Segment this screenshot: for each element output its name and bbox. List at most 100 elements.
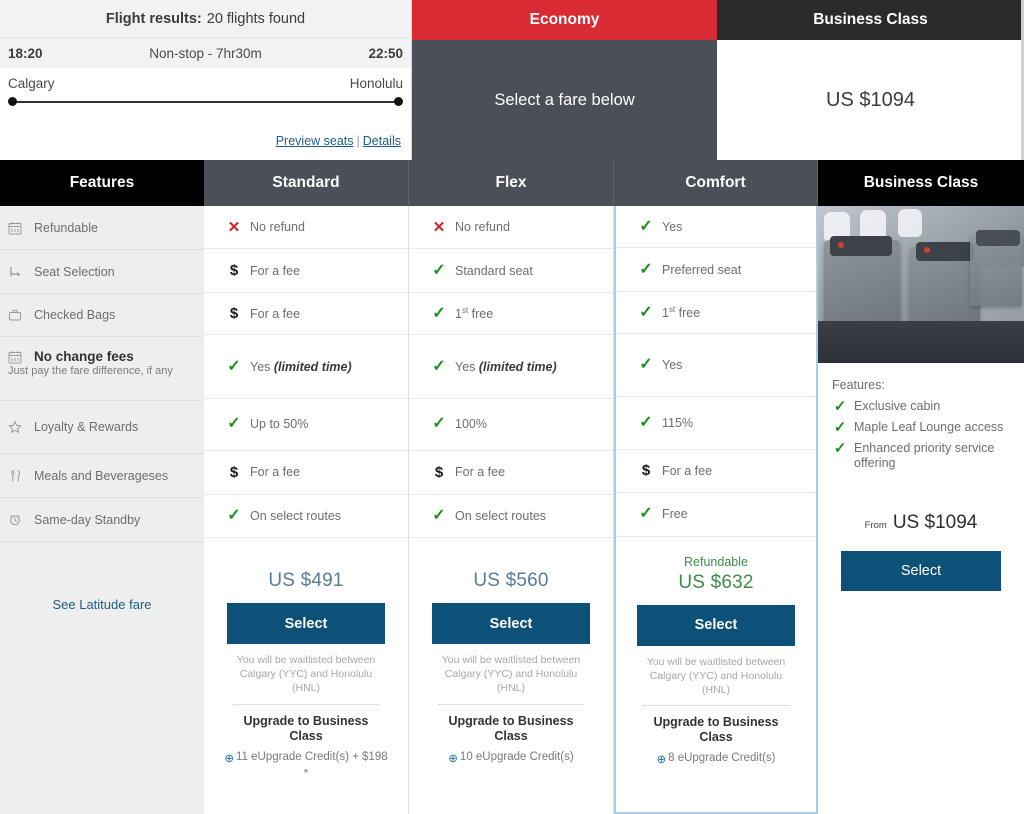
check-icon: ✓ (227, 506, 241, 524)
business-header-block: Business Class US $1094 (717, 0, 1024, 160)
select-button-comfort[interactable]: Select (637, 604, 795, 646)
cell-text-emphasis: (limited time) (478, 359, 557, 374)
business-title: Business Class (717, 0, 1024, 40)
fare-comparison-page: Flight results: 20 flights found 18:20 N… (0, 0, 1024, 814)
cell-text: 115% (662, 416, 694, 431)
upgrade-title-flex: Upgrade to Business Class (448, 713, 574, 743)
cell-flex-meals: $ For a fee (409, 451, 613, 495)
cross-icon: ✕ (432, 218, 446, 236)
economy-header-block: Economy Select a fare below (412, 0, 717, 160)
upgrade-credits-comfort: ⊕ 8 eUpgrade Credit(s) (631, 751, 801, 769)
cell-text-main: 1 (455, 307, 462, 322)
cell-text: Yes (662, 219, 683, 234)
cell-flex-standby: ✓ On select routes (409, 495, 613, 539)
depart-time: 18:20 (8, 45, 43, 61)
cell-text: Yes (limited time) (250, 360, 352, 374)
cell-text: Yes (limited time) (455, 360, 557, 374)
calendar-icon (8, 221, 34, 235)
flight-links: Preview seats | Details (276, 134, 401, 148)
check-icon: ✓ (833, 440, 847, 457)
business-cabin-photo (818, 206, 1024, 363)
latitude-fare-footer: See Latitude fare (0, 542, 204, 814)
cell-text-main: Yes (250, 359, 274, 374)
upgrade-credits-text: 10 eUpgrade Credit(s) (459, 750, 574, 763)
flight-times-row: 18:20 Non-stop - 7hr30m 22:50 (0, 38, 411, 68)
feature-label: Same-day Standby (34, 512, 141, 527)
cell-text: On select routes (250, 508, 342, 523)
cell-text-after: free (468, 307, 494, 322)
feature-row-checked-bags: Checked Bags (0, 294, 204, 337)
cell-text: On select routes (455, 508, 547, 523)
feature-row-loyalty-rewards: Loyalty & Rewards (0, 401, 204, 454)
cell-text-emphasis: (limited time) (273, 359, 352, 374)
check-icon: ✓ (227, 357, 241, 375)
cell-flex-no-change-fees: ✓ Yes (limited time) (409, 335, 613, 399)
top-band: Flight results: 20 flights found 18:20 N… (0, 0, 1024, 160)
origin-city: Calgary (8, 76, 55, 91)
cell-text: No refund (455, 220, 510, 235)
upgrade-circle-icon: ⊕ (224, 752, 234, 765)
fare-footer-comfort: Refundable US $632 Select You will be wa… (616, 537, 816, 812)
upgrade-credits-text: 11 eUpgrade Credit(s) + $198 * (236, 750, 388, 781)
feature-label: No change fees (34, 349, 134, 364)
preview-seats-link[interactable]: Preview seats (276, 134, 354, 148)
cell-text: For a fee (250, 465, 301, 480)
flight-duration: Non-stop - 7hr30m (149, 45, 262, 61)
feature-row-seat-selection: Seat Selection (0, 250, 204, 294)
waitlist-note-comfort: You will be waitlisted between Calgary (… (646, 655, 786, 696)
see-latitude-fare-link[interactable]: See Latitude fare (52, 597, 151, 612)
calendar-icon (8, 350, 34, 364)
select-button-flex[interactable]: Select (432, 603, 590, 645)
business-from-label: From (864, 519, 887, 531)
cell-comfort-seat-selection: ✓ Preferred seat (616, 248, 816, 292)
column-header-standard[interactable]: Standard (204, 160, 409, 206)
feature-row-same-day-standby: Same-day Standby (0, 498, 204, 542)
cell-text: Free (662, 507, 688, 522)
check-icon: ✓ (432, 506, 446, 524)
cell-standard-standby: ✓ On select routes (204, 495, 408, 539)
column-header-comfort[interactable]: Comfort (614, 160, 818, 206)
cell-comfort-refundable: ✓ Yes (616, 206, 816, 249)
column-header-business: Business Class (818, 160, 1024, 206)
check-icon: ✓ (227, 415, 241, 433)
waitlist-note-standard: You will be waitlisted between Calgary (… (236, 654, 376, 695)
cell-flex-checked-bags: ✓ 1st free (409, 293, 613, 336)
check-icon: ✓ (639, 414, 653, 432)
business-header-price: US $1094 (717, 40, 1024, 160)
divider (438, 703, 584, 705)
business-price: US $1094 (892, 511, 978, 533)
route-destination-dot (394, 97, 403, 106)
route-line (12, 101, 399, 103)
arrive-time: 22:50 (368, 45, 403, 61)
flight-cities-row: Calgary Honolulu (0, 68, 411, 91)
business-feature-text: Maple Leaf Lounge access (854, 420, 1004, 434)
cell-flex-seat-selection: ✓ Standard seat (409, 249, 613, 293)
select-button-standard[interactable]: Select (227, 603, 385, 645)
column-header-flex[interactable]: Flex (409, 160, 614, 206)
upgrade-title-comfort: Upgrade to Business Class (653, 715, 779, 745)
cell-text: 1st free (455, 306, 493, 321)
price-comfort: US $632 (678, 571, 754, 593)
divider (233, 703, 379, 705)
business-feature-item: ✓ Exclusive cabin (832, 399, 1010, 414)
check-icon: ✓ (639, 505, 653, 523)
cell-text-after: free (675, 306, 701, 321)
seat-icon (8, 265, 34, 279)
flight-results-title: Flight results: 20 flights found (0, 0, 411, 38)
feature-sublabel: Just pay the fare difference, if any (8, 365, 173, 377)
check-icon: ✓ (432, 357, 446, 375)
upgrade-circle-icon: ⊕ (656, 754, 667, 767)
route-timeline (8, 95, 403, 109)
upgrade-credits-flex: ⊕ 10 eUpgrade Credit(s) (426, 750, 596, 768)
column-header-row: Features Standard Flex Comfort Business … (0, 160, 1024, 206)
cell-standard-meals: $ For a fee (204, 451, 408, 495)
details-link[interactable]: Details (363, 134, 401, 148)
cell-text: For a fee (455, 465, 506, 480)
select-button-business[interactable]: Select (841, 550, 1001, 591)
business-features-list: Features: ✓ Exclusive cabin ✓ Maple Leaf… (818, 363, 1024, 477)
dollar-icon: $ (641, 462, 651, 480)
cell-text: For a fee (250, 306, 301, 321)
cell-text-main: 1 (662, 306, 669, 321)
feature-row-refundable: Refundable (0, 206, 204, 250)
comparison-grid: Refundable Seat Selection Checked Bags N… (0, 206, 1024, 814)
